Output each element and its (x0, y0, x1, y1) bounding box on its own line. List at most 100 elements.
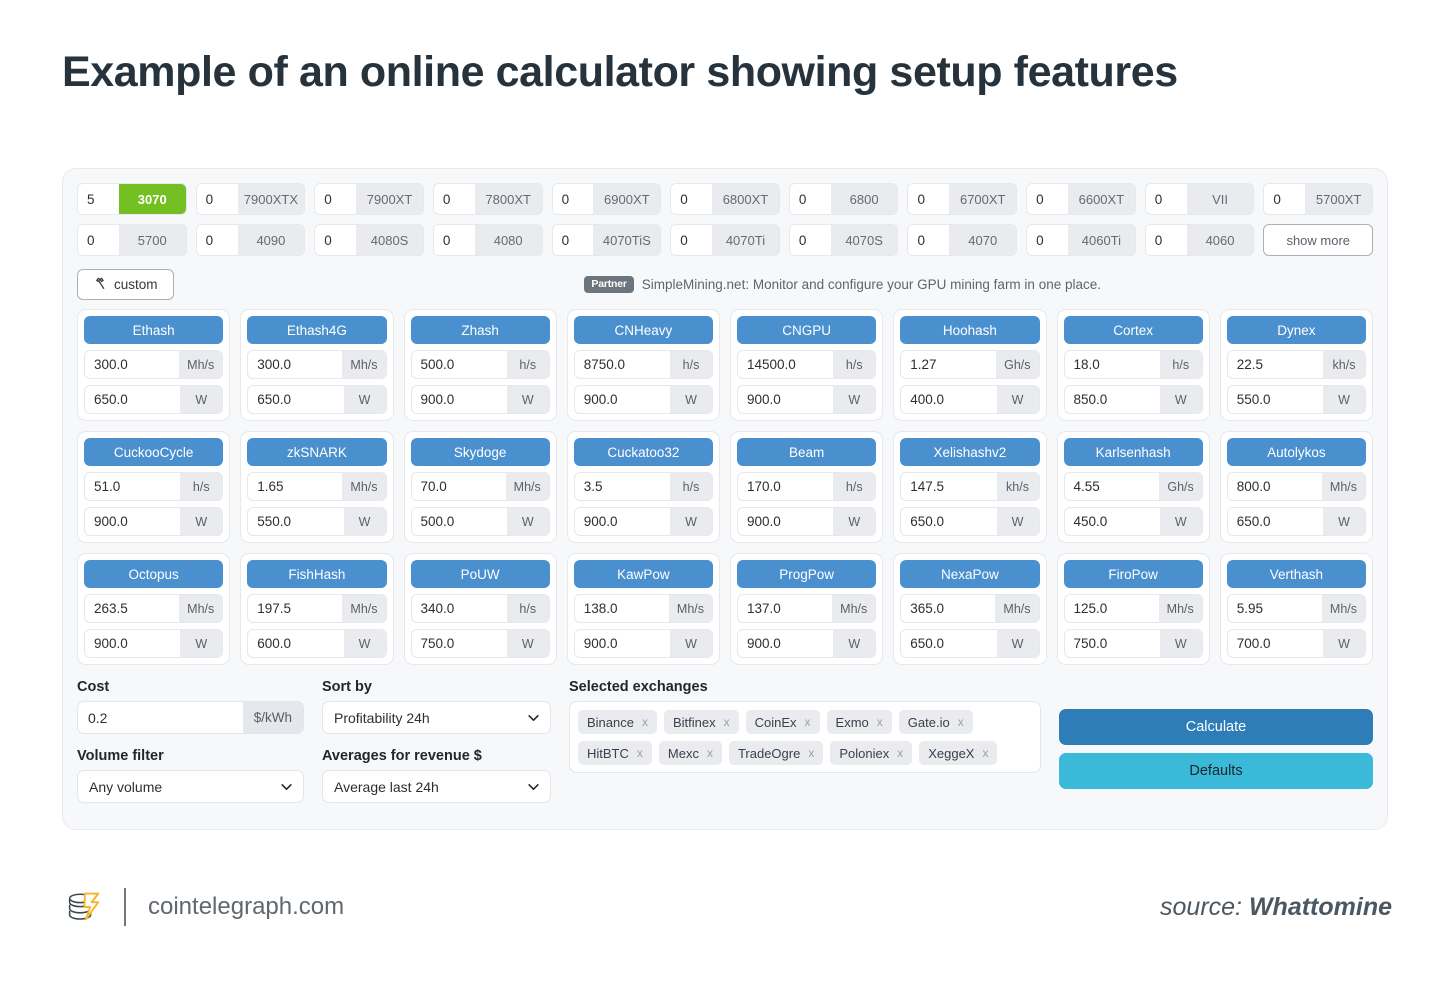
remove-exchange-icon[interactable]: x (897, 746, 903, 760)
algorithm-name-button[interactable]: Skydoge (410, 438, 550, 466)
gpu-quantity-input[interactable]: 0 (315, 184, 357, 214)
remove-exchange-icon[interactable]: x (637, 746, 643, 760)
exchange-tag[interactable]: XeggeX x (919, 741, 998, 765)
gpu-chip-7900xt[interactable]: 0 7900XT (314, 183, 424, 215)
hashrate-input[interactable]: 1.65 Mh/s (247, 472, 387, 501)
exchange-tag[interactable]: TradeOgre x (728, 741, 824, 765)
hashrate-input[interactable]: 138.0 Mh/s (573, 594, 713, 623)
algorithm-name-button[interactable]: Ethash (84, 316, 224, 344)
remove-exchange-icon[interactable]: x (707, 746, 713, 760)
algorithm-name-button[interactable]: Cuckatoo32 (573, 438, 713, 466)
hashrate-input[interactable]: 263.5 Mh/s (84, 594, 224, 623)
gpu-quantity-input[interactable]: 0 (908, 184, 950, 214)
gpu-chip-4070[interactable]: 0 4070 (907, 224, 1018, 256)
gpu-quantity-input[interactable]: 0 (78, 225, 119, 255)
gpu-quantity-input[interactable]: 0 (552, 184, 594, 214)
remove-exchange-icon[interactable]: x (724, 715, 730, 729)
gpu-quantity-input[interactable]: 0 (789, 225, 831, 255)
gpu-chip-5700[interactable]: 0 5700 (77, 224, 187, 256)
algorithm-name-button[interactable]: FiroPow (1063, 560, 1203, 588)
gpu-chip-4060ti[interactable]: 0 4060Ti (1026, 224, 1136, 256)
hashrate-input[interactable]: 300.0 Mh/s (247, 350, 387, 379)
hashrate-value[interactable]: 18.0 (1065, 351, 1160, 378)
power-value[interactable]: 900.0 (412, 386, 507, 413)
power-input[interactable]: 650.0 W (84, 385, 224, 414)
power-input[interactable]: 650.0 W (1226, 507, 1366, 536)
exchange-tag[interactable]: Poloniex x (830, 741, 913, 765)
gpu-chip-4080s[interactable]: 0 4080S (314, 224, 424, 256)
hashrate-input[interactable]: 800.0 Mh/s (1226, 472, 1366, 501)
power-input[interactable]: 900.0 W (84, 629, 224, 658)
power-input[interactable]: 750.0 W (1063, 629, 1203, 658)
power-value[interactable]: 900.0 (575, 386, 670, 413)
power-value[interactable]: 550.0 (1228, 386, 1323, 413)
algorithm-name-button[interactable]: CNGPU (737, 316, 877, 344)
gpu-quantity-input[interactable]: 0 (1145, 225, 1187, 255)
hashrate-value[interactable]: 263.5 (85, 595, 179, 622)
power-value[interactable]: 550.0 (248, 508, 343, 535)
power-value[interactable]: 500.0 (412, 508, 507, 535)
hashrate-value[interactable]: 5.95 (1228, 595, 1322, 622)
volume-filter-select[interactable]: Any volume (77, 770, 304, 803)
cost-value[interactable]: 0.2 (78, 702, 243, 733)
hashrate-input[interactable]: 137.0 Mh/s (737, 594, 877, 623)
algorithm-name-button[interactable]: Ethash4G (247, 316, 387, 344)
algorithm-name-button[interactable]: NexaPow (900, 560, 1040, 588)
power-input[interactable]: 650.0 W (900, 507, 1040, 536)
power-value[interactable]: 650.0 (901, 630, 996, 657)
gpu-chip-6600xt[interactable]: 0 6600XT (1026, 183, 1136, 215)
algorithm-name-button[interactable]: PoUW (410, 560, 550, 588)
power-value[interactable]: 650.0 (248, 386, 343, 413)
gpu-quantity-input[interactable]: 0 (671, 225, 713, 255)
gpu-chip-6800[interactable]: 0 6800 (788, 183, 899, 215)
gpu-chip-3070[interactable]: 5 3070 (77, 183, 187, 215)
hashrate-input[interactable]: 4.55 Gh/s (1063, 472, 1203, 501)
power-value[interactable]: 750.0 (412, 630, 507, 657)
gpu-chip-4070tis[interactable]: 0 4070TiS (551, 224, 662, 256)
gpu-quantity-input[interactable]: 0 (1145, 184, 1187, 214)
gpu-quantity-input[interactable]: 0 (433, 184, 475, 214)
remove-exchange-icon[interactable]: x (958, 715, 964, 729)
calculate-button[interactable]: Calculate (1059, 709, 1373, 745)
power-input[interactable]: 650.0 W (900, 629, 1040, 658)
remove-exchange-icon[interactable]: x (877, 715, 883, 729)
algorithm-name-button[interactable]: Beam (737, 438, 877, 466)
algorithm-name-button[interactable]: CuckooCycle (84, 438, 224, 466)
algorithm-name-button[interactable]: Xelishashv2 (900, 438, 1040, 466)
gpu-chip-7800xt[interactable]: 0 7800XT (432, 183, 543, 215)
hashrate-value[interactable]: 14500.0 (738, 351, 833, 378)
hashrate-value[interactable]: 137.0 (738, 595, 832, 622)
power-value[interactable]: 900.0 (738, 630, 833, 657)
algorithm-name-button[interactable]: KawPow (573, 560, 713, 588)
power-value[interactable]: 450.0 (1065, 508, 1160, 535)
exchange-tag[interactable]: Binance x (578, 710, 657, 734)
hashrate-value[interactable]: 8750.0 (575, 351, 670, 378)
hashrate-value[interactable]: 170.0 (738, 473, 833, 500)
hashrate-input[interactable]: 70.0 Mh/s (410, 472, 550, 501)
hashrate-input[interactable]: 51.0 h/s (84, 472, 224, 501)
power-value[interactable]: 650.0 (85, 386, 180, 413)
power-input[interactable]: 700.0 W (1226, 629, 1366, 658)
power-input[interactable]: 550.0 W (247, 507, 387, 536)
hashrate-input[interactable]: 5.95 Mh/s (1226, 594, 1366, 623)
power-value[interactable]: 400.0 (901, 386, 996, 413)
algorithm-name-button[interactable]: Karlsenhash (1063, 438, 1203, 466)
algorithm-name-button[interactable]: Octopus (84, 560, 224, 588)
power-input[interactable]: 850.0 W (1063, 385, 1203, 414)
gpu-quantity-input[interactable]: 0 (315, 225, 357, 255)
hashrate-input[interactable]: 3.5 h/s (573, 472, 713, 501)
exchange-tag[interactable]: Mexc x (658, 741, 722, 765)
power-input[interactable]: 900.0 W (84, 507, 224, 536)
algorithm-name-button[interactable]: CNHeavy (573, 316, 713, 344)
gpu-quantity-input[interactable]: 0 (1264, 184, 1306, 214)
hashrate-input[interactable]: 197.5 Mh/s (247, 594, 387, 623)
gpu-chip-4070s[interactable]: 0 4070S (788, 224, 899, 256)
gpu-quantity-input[interactable]: 5 (78, 184, 119, 214)
power-input[interactable]: 900.0 W (737, 629, 877, 658)
power-input[interactable]: 650.0 W (247, 385, 387, 414)
sort-by-select[interactable]: Profitability 24h (322, 701, 551, 734)
power-input[interactable]: 900.0 W (573, 629, 713, 658)
hashrate-value[interactable]: 340.0 (412, 595, 507, 622)
hashrate-value[interactable]: 70.0 (412, 473, 506, 500)
power-value[interactable]: 900.0 (738, 386, 833, 413)
